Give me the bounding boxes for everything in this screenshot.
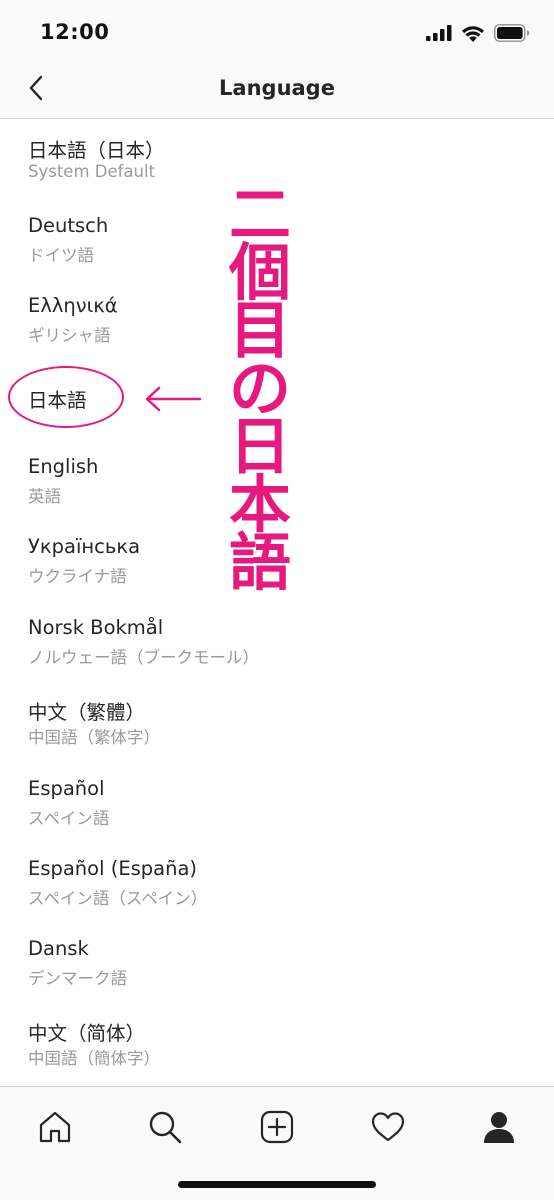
language-name: Українська xyxy=(28,535,141,558)
language-subtitle: ギリシャ語 xyxy=(28,326,111,345)
language-name: Norsk Bokmål xyxy=(28,616,164,639)
language-name: Español (España) xyxy=(28,857,198,880)
language-name: 中文（简体） xyxy=(28,1022,146,1045)
language-name: 中文（繁體） xyxy=(28,701,146,724)
status-bar: 12:00 xyxy=(0,0,554,62)
language-subtitle: スペイン語（スペイン） xyxy=(28,889,208,908)
profile-icon xyxy=(484,1112,514,1143)
language-option-espanol[interactable]: Español スペイン語 xyxy=(0,777,554,857)
status-time: 12:00 xyxy=(40,20,110,44)
annotation-char: 語 xyxy=(228,526,291,599)
tab-home[interactable] xyxy=(33,1105,77,1149)
language-subtitle: 英語 xyxy=(28,487,61,506)
tab-new-post[interactable] xyxy=(255,1105,299,1149)
language-option-chinese-simplified[interactable]: 中文（简体） 中国語（簡体字） xyxy=(0,1017,554,1086)
home-icon xyxy=(39,1111,71,1143)
tab-activity[interactable] xyxy=(366,1105,410,1149)
new-post-icon xyxy=(260,1110,294,1144)
language-subtitle: ドイツ語 xyxy=(28,246,94,265)
language-name: Deutsch xyxy=(28,214,109,237)
language-name: 日本語（日本） xyxy=(28,139,165,162)
cellular-signal-icon xyxy=(426,25,452,41)
home-indicator xyxy=(178,1181,376,1188)
language-subtitle: ウクライナ語 xyxy=(28,567,127,586)
language-subtitle: 中国語（繁体字） xyxy=(28,728,160,747)
language-option-dansk[interactable]: Dansk デンマーク語 xyxy=(0,937,554,1017)
annotation-vertical-text: 二 個 目 の 日 本 語 xyxy=(222,184,298,599)
status-icons xyxy=(426,22,530,44)
tab-profile[interactable] xyxy=(477,1105,521,1149)
language-name: Ελληνικά xyxy=(28,294,118,317)
language-subtitle: ノルウェー語（ブークモール） xyxy=(28,648,259,667)
language-subtitle: デンマーク語 xyxy=(28,969,127,988)
language-option-chinese-traditional[interactable]: 中文（繁體） 中国語（繁体字） xyxy=(0,696,554,776)
wifi-icon xyxy=(462,25,484,42)
language-option-norsk-bokmal[interactable]: Norsk Bokmål ノルウェー語（ブークモール） xyxy=(0,616,554,696)
language-subtitle: 中国語（簡体字） xyxy=(28,1049,160,1068)
page-title: Language xyxy=(219,76,335,100)
annotation-circle xyxy=(8,366,124,428)
search-icon xyxy=(149,1111,182,1144)
language-name: English xyxy=(28,455,99,478)
language-option-espanol-espana[interactable]: Español (España) スペイン語（スペイン） xyxy=(0,857,554,937)
heart-icon xyxy=(371,1112,405,1142)
tab-search[interactable] xyxy=(143,1105,187,1149)
annotation-arrow-icon xyxy=(145,386,202,412)
language-subtitle: System Default xyxy=(28,162,156,181)
language-name: Español xyxy=(28,777,105,800)
language-subtitle: スペイン語 xyxy=(28,809,110,828)
nav-bar: Language xyxy=(0,62,554,119)
battery-icon xyxy=(494,24,530,42)
language-name: Dansk xyxy=(28,937,89,960)
